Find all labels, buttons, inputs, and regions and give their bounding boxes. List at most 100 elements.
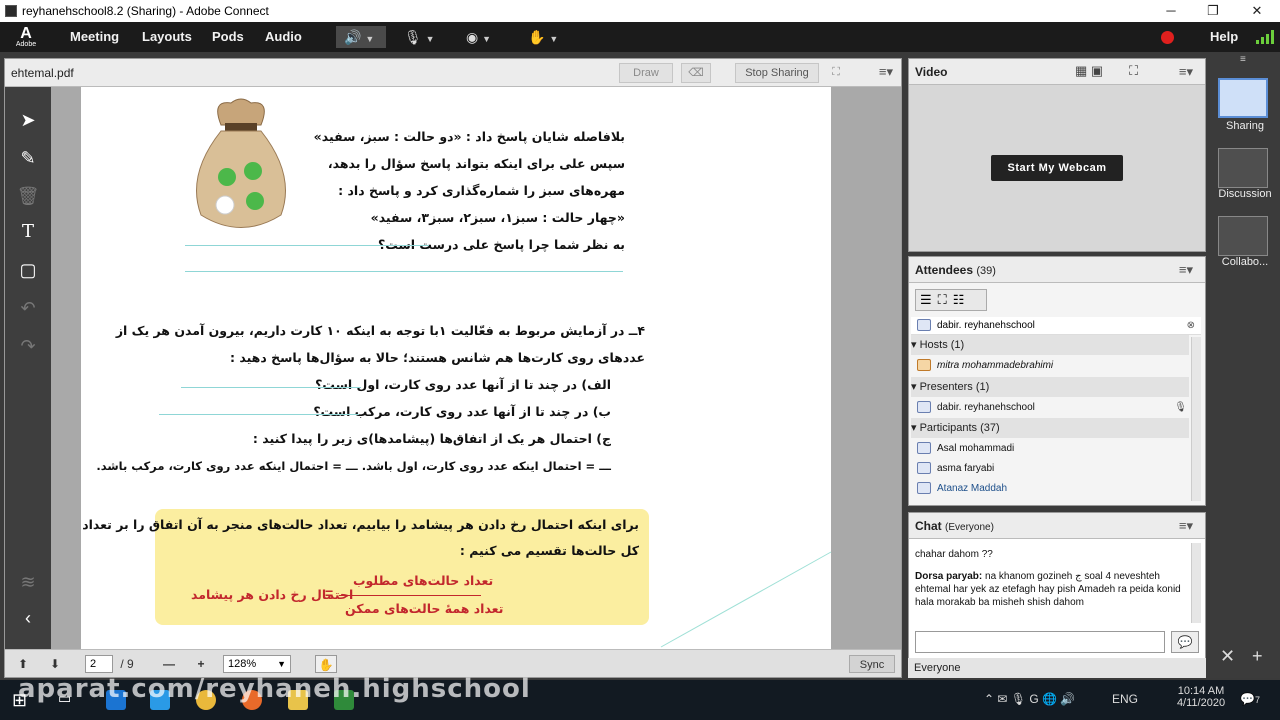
attendees-pod: Attendees (39) ≡▾ ☰⛶☷ dabir. reyhanehsch… [908,256,1206,506]
selection-arrow-icon[interactable]: ➤ [15,107,41,133]
layout-sharing[interactable] [1218,78,1268,118]
chat-recipient[interactable]: Everyone [914,662,960,674]
next-page-icon[interactable]: ⬇ [47,655,63,673]
close-layouts-icon[interactable]: ✕ [1220,646,1235,667]
share-pod-header: ehtemal.pdf Draw ⌫ Stop Sharing ⛶ ≡▾ [5,59,901,87]
attendee-row[interactable]: asma faryabi [911,459,1189,479]
input-language[interactable]: ENG [1112,692,1138,706]
question-4b: ب) در چند تا از آنها عدد روی کارت، مرکب … [313,404,611,419]
record-indicator-icon[interactable] [1161,31,1174,44]
page-number-input[interactable]: 2 [85,655,113,673]
chat-message: chahar dahom ?? [915,549,993,560]
layouts-menu-icon[interactable]: ≡ [1240,54,1246,65]
fullscreen-icon[interactable]: ⛶ [825,63,847,83]
video-pod: Video ▦ ▣ ⛶ ≡▾ Start My Webcam [908,58,1206,252]
document-viewport[interactable]: بلافاصله شایان پاسخ داد : «دو حالت : سبز… [51,87,901,649]
doc-line: مهره‌های سبز را شماره‌گذاری کرد و پاسخ د… [338,183,625,198]
question-4-text: عددهای روی کارت‌ها هم شانس هستند؛ حالا ب… [230,350,645,365]
host-icon [917,359,931,372]
attendee-view-icons[interactable]: ☰⛶☷ [915,289,987,311]
pod-menu-icon[interactable]: ≡▾ [1179,262,1193,278]
microphone-icon[interactable]: 🎙 ▼ [404,26,448,48]
attendee-row[interactable]: Atanaz Maddah [911,479,1189,499]
window-title: reyhanehschool8.2 (Sharing) - Adobe Conn… [22,4,269,18]
minimize-button[interactable]: ─ [1156,2,1186,20]
adobe-logo: A Adobe [15,25,37,48]
zoom-in-icon[interactable]: + [193,655,209,673]
chat-scrollbar[interactable] [1191,543,1201,623]
attendee-row[interactable]: mitra mohammadebrahimi [911,356,1189,376]
bag-illustration [191,95,291,235]
stop-sharing-button[interactable]: Stop Sharing [735,63,819,83]
presenters-group[interactable]: ▾ Presenters (1) [911,377,1189,397]
menu-layouts[interactable]: Layouts [142,29,192,44]
speaker-icon[interactable]: 🔊 ▼ [336,26,386,48]
eraser-icon[interactable]: ⌫ [681,63,711,83]
menu-meeting[interactable]: Meeting [70,29,119,44]
app-icon [5,5,17,17]
hosts-group[interactable]: ▾ Hosts (1) [911,335,1189,355]
question-4d: ـــ = احتمال اینکه عدد روی کارت، اول باش… [96,459,611,473]
zoom-out-icon[interactable]: — [161,655,177,673]
clear-icon[interactable]: ⊗ [1187,317,1195,335]
participant-icon [917,462,931,475]
undo-icon[interactable]: ↶ [15,295,41,321]
close-window-button[interactable]: ✕ [1242,2,1272,20]
layout-label: Collabo... [1221,256,1269,268]
attendees-scrollbar[interactable] [1191,337,1201,501]
clock[interactable]: 10:14 AM 4/11/2020 [1176,685,1226,709]
rectangle-tool-icon[interactable]: ▢ [15,257,41,283]
tray-icons[interactable]: ⌃ ✉ 🎙 G 🌐 🔊 [984,692,1075,706]
text-tool-icon[interactable]: T [15,219,41,245]
zoom-select[interactable]: 128% ▼ [223,655,291,673]
attendee-row[interactable]: dabir. reyhanehschool 🎙 [911,398,1189,418]
participant-icon [917,442,931,455]
menu-audio[interactable]: Audio [265,29,302,44]
hand-tool-icon[interactable]: ✋ [315,655,337,673]
pod-menu-icon[interactable]: ≡▾ [1179,518,1193,534]
pencil-icon[interactable]: ✎ [15,145,41,171]
notification-icon[interactable]: 💬7 [1240,692,1260,706]
participants-group[interactable]: ▾ Participants (37) [911,418,1189,438]
delete-icon[interactable]: 🗑 [15,183,41,209]
question-4c: ج) احتمال هر یک از اتفاق‌ها (پیشامدها)ی … [252,431,611,446]
pod-menu-icon[interactable]: ≡▾ [1179,64,1193,80]
start-webcam-button[interactable]: Start My Webcam [991,155,1123,181]
layout-collaboration[interactable] [1218,216,1268,256]
add-layout-icon[interactable]: + [1252,646,1263,667]
layout-discussion[interactable] [1218,148,1268,188]
video-layout-icons[interactable]: ▦ ▣ [1075,63,1125,81]
redo-icon[interactable]: ↷ [15,333,41,359]
question-4a: الف) در چند تا از آنها عدد روی کارت، اول… [315,377,611,392]
layouts-bar: ≡ Sharing Discussion Collabo... ✕ + [1210,52,1280,678]
chat-pod: Chat (Everyone) ≡▾ chahar dahom ?? Dorsa… [908,512,1206,678]
chat-pod-header: Chat (Everyone) ≡▾ [909,513,1205,539]
question-4-text: ۴ــ در آزمایش مربوط به فعّالیت ۱با توجه … [115,323,645,338]
definition-line: برای اینکه احتمال رخ دادن هر پیشامد را ب… [82,517,639,532]
menu-help[interactable]: Help [1210,29,1238,44]
webcam-icon[interactable]: ◉ ▼ [466,26,510,48]
prev-page-icon[interactable]: ⬆ [15,655,31,673]
watermark: aparat.com/reyhaneh.highschool [18,674,531,704]
doc-line: سپس علی برای اینکه بتواند پاسخ سؤال را ب… [327,156,625,171]
collapse-toolbar-icon[interactable]: ‹ [15,605,41,631]
formula-numerator: تعداد حالت‌های مطلوب [353,573,494,588]
send-message-icon[interactable]: 💬 [1171,631,1199,653]
sync-button[interactable]: Sync [849,655,895,673]
layout-label: Sharing [1226,120,1264,132]
restore-button[interactable]: ❐ [1198,2,1228,20]
chat-input[interactable] [915,631,1165,653]
chat-recipient-bar[interactable]: Everyone [908,658,1206,678]
annotation-toolbar: ➤ ✎ 🗑 T ▢ ↶ ↷ ≋ ‹ [5,87,51,649]
layers-icon[interactable]: ≋ [15,569,41,595]
menu-pods[interactable]: Pods [212,29,244,44]
pod-menu-icon[interactable]: ≡▾ [879,64,893,80]
attendee-search-row[interactable]: dabir. reyhanehschool ⊗ [911,317,1201,335]
fullscreen-icon[interactable]: ⛶ [1129,63,1138,79]
user-icon [917,319,931,332]
attendee-row[interactable]: Asal mohammadi [911,439,1189,459]
attendees-pod-header: Attendees (39) ≡▾ [909,257,1205,283]
draw-button[interactable]: Draw [619,63,673,83]
raise-hand-icon[interactable]: ✋ ▼ [528,26,572,48]
participant-icon [917,482,931,495]
